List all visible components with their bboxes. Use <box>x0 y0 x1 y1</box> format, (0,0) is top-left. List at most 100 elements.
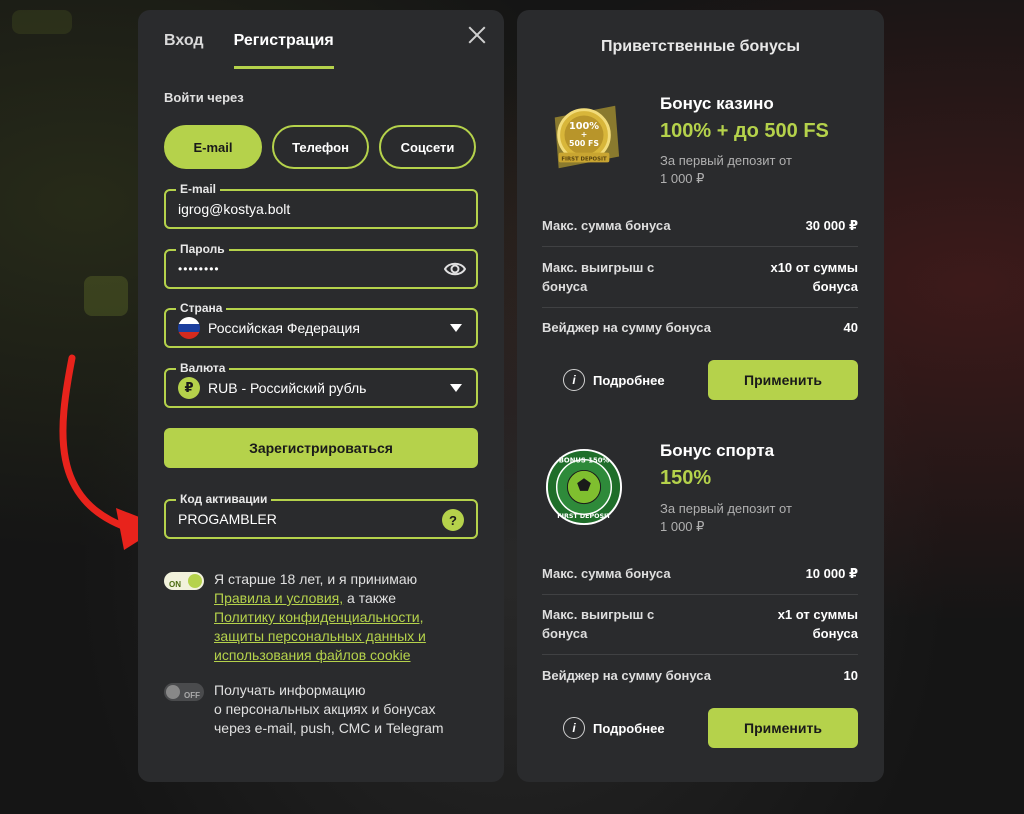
toggle-knob <box>188 574 202 588</box>
email-value: igrog@kostya.bolt <box>178 201 291 217</box>
badge-plus: + <box>581 130 588 139</box>
more-label: Подробнее <box>593 720 665 736</box>
newsletter-line-2: о персональных акциях и бонусах <box>214 701 436 717</box>
row-value: x1 от суммы бонуса <box>778 605 858 643</box>
sport-more-link[interactable]: i Подробнее <box>563 717 665 739</box>
terms-text-1: Я старше 18 лет, и я принимаю <box>214 571 418 587</box>
currency-label: Валюта <box>176 361 230 375</box>
sport-bonus-badge-icon: BONUS 150% FIRST DEPOSIT <box>545 448 623 526</box>
casino-row-wager: Вейджер на сумму бонуса 40 <box>542 318 858 337</box>
casino-desc-line-2: 1 000 ₽ <box>660 171 705 186</box>
newsletter-toggle[interactable]: OFF <box>164 683 204 701</box>
background-blurred-button <box>84 276 128 316</box>
row-label-line-1: Макс. выигрыш с <box>542 607 655 622</box>
privacy-policy-link-2[interactable]: защиты персональных данных и <box>214 628 426 644</box>
email-field[interactable]: E-mail igrog@kostya.bolt <box>164 182 478 229</box>
country-label: Страна <box>176 301 227 315</box>
casino-apply-button[interactable]: Применить <box>708 360 858 400</box>
registration-panel: Вход Регистрация Войти через E-mail Теле… <box>138 10 504 782</box>
background-blurred-logo <box>12 10 72 34</box>
privacy-policy-link-3[interactable]: использования файлов cookie <box>214 647 411 663</box>
casino-bonus-badge-icon: 100% + 500 FS FIRST DEPOSIT <box>554 105 620 169</box>
eye-icon[interactable] <box>444 260 466 278</box>
sport-row-wager: Вейджер на сумму бонуса 10 <box>542 666 858 685</box>
method-social-button[interactable]: Соцсети <box>379 125 476 169</box>
terms-text: Я старше 18 лет, и я принимаю Правила и … <box>214 570 426 665</box>
row-value: 10 <box>843 668 858 683</box>
casino-more-link[interactable]: i Подробнее <box>563 369 665 391</box>
row-label-line-2: бонуса <box>542 279 588 294</box>
row-label: Вейджер на сумму бонуса <box>542 320 711 335</box>
casino-row-max-win: Макс. выигрыш с бонуса x10 от суммы бонуса <box>542 258 858 296</box>
register-button[interactable]: Зарегистрироваться <box>164 428 478 468</box>
casino-row-max-amount: Макс. сумма бонуса 30 000 ₽ <box>542 216 858 235</box>
casino-bonus-desc: За первый депозит от 1 000 ₽ <box>660 152 830 188</box>
terms-text-2: а также <box>343 590 397 606</box>
row-value-line-2: бонуса <box>812 279 858 294</box>
country-select[interactable]: Страна Российская Федерация <box>164 301 478 348</box>
row-label: Макс. сумма бонуса <box>542 218 671 233</box>
newsletter-text: Получать информацию о персональных акция… <box>214 681 444 738</box>
newsletter-consent: OFF Получать информацию о персональных а… <box>164 681 444 738</box>
chevron-down-icon <box>450 324 462 332</box>
method-phone-button[interactable]: Телефон <box>272 125 369 169</box>
divider <box>542 654 858 655</box>
divider <box>542 246 858 247</box>
row-label-line-1: Макс. выигрыш с <box>542 260 655 275</box>
info-icon: i <box>563 369 585 391</box>
row-label: Макс. сумма бонуса <box>542 566 671 581</box>
password-field[interactable]: Пароль •••••••• <box>164 242 478 289</box>
activation-code-field[interactable]: Код активации PROGAMBLER ? <box>164 492 478 539</box>
sport-desc-line-2: 1 000 ₽ <box>660 519 705 534</box>
country-value: Российская Федерация <box>208 320 360 336</box>
terms-rules-link[interactable]: Правила и условия, <box>214 590 343 606</box>
row-label: Вейджер на сумму бонуса <box>542 668 711 683</box>
row-value-line-1: x1 от суммы <box>777 607 858 622</box>
terms-consent: ON Я старше 18 лет, и я принимаю Правила… <box>164 570 426 665</box>
help-icon[interactable]: ? <box>442 509 464 531</box>
password-value: •••••••• <box>178 262 220 276</box>
ruble-icon: ₽ <box>178 377 200 399</box>
privacy-policy-link-1[interactable]: Политику конфиденциальности, <box>214 609 424 625</box>
method-email-button[interactable]: E-mail <box>164 125 262 169</box>
toggle-off-label: OFF <box>184 691 200 700</box>
more-label: Подробнее <box>593 372 665 388</box>
casino-bonus-value: 100% + до 500 FS <box>660 120 829 142</box>
email-label: E-mail <box>176 182 221 196</box>
row-value-line-1: x10 от суммы <box>770 260 858 275</box>
tab-registration[interactable]: Регистрация <box>233 32 334 69</box>
badge-bottom-text: FIRST DEPOSIT <box>557 513 611 520</box>
sport-bonus-name: Бонус спорта <box>660 441 775 460</box>
row-label: Макс. выигрыш с бонуса <box>542 605 654 643</box>
bonuses-panel: Приветственные бонусы 100% + 500 FS FIRS… <box>517 10 884 782</box>
currency-value: RUB - Российский рубль <box>208 380 367 396</box>
sport-apply-button[interactable]: Применить <box>708 708 858 748</box>
sport-row-max-win: Макс. выигрыш с бонуса x1 от суммы бонуса <box>542 605 858 643</box>
row-label: Макс. выигрыш с бонуса <box>542 258 654 296</box>
activation-code-label: Код активации <box>176 492 272 506</box>
badge-ribbon: FIRST DEPOSIT <box>561 156 607 162</box>
newsletter-line-3: через e-mail, push, СМС и Telegram <box>214 720 444 736</box>
casino-bonus-name: Бонус казино <box>660 94 774 113</box>
row-label-line-2: бонуса <box>542 626 588 641</box>
auth-tabs: Вход Регистрация <box>164 32 334 69</box>
divider <box>542 594 858 595</box>
chevron-down-icon <box>450 384 462 392</box>
badge-top-text: BONUS 150% <box>559 457 610 465</box>
sport-bonus-desc: За первый депозит от 1 000 ₽ <box>660 500 830 536</box>
tab-login[interactable]: Вход <box>164 32 204 69</box>
row-value: x10 от суммы бонуса <box>770 258 858 296</box>
method-selector: E-mail Телефон Соцсети <box>164 125 476 169</box>
toggle-knob <box>166 685 180 699</box>
close-icon[interactable] <box>466 24 488 46</box>
currency-select[interactable]: Валюта ₽ RUB - Российский рубль <box>164 361 478 408</box>
toggle-on-label: ON <box>169 580 181 589</box>
sport-bonus-value: 150% <box>660 467 712 489</box>
activation-code-value: PROGAMBLER <box>178 511 277 527</box>
newsletter-line-1: Получать информацию <box>214 682 366 698</box>
login-via-label: Войти через <box>164 90 244 105</box>
terms-toggle[interactable]: ON <box>164 572 204 590</box>
bonuses-title: Приветственные бонусы <box>600 38 801 55</box>
divider <box>542 307 858 308</box>
row-value-line-2: бонуса <box>812 626 858 641</box>
